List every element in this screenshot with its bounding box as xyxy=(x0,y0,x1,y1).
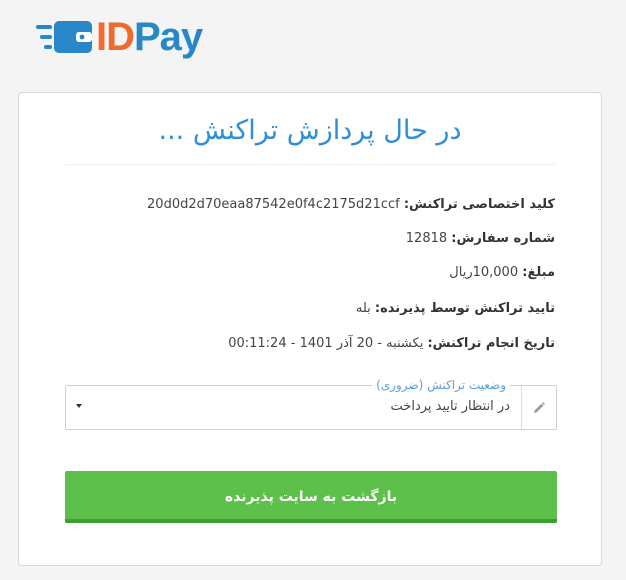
title-divider xyxy=(65,164,555,165)
private-key-value: 20d0d2d70eaa87542e0f4c2175d21ccf xyxy=(147,197,400,212)
private-key-label: کلید اختصاصی تراکنش: xyxy=(403,197,555,212)
order-number-label: شماره سفارش: xyxy=(451,231,555,246)
transaction-date-value: یکشنبه - 20 آذر 1401 - 00:11:24 xyxy=(228,336,424,351)
amount-row: مبلغ: 10,000ریال xyxy=(65,263,555,283)
transaction-date-label: تاریخ انجام تراکنش: xyxy=(427,336,555,351)
merchant-confirm-row: تایید تراکنش توسط پذیرنده: بله xyxy=(65,299,555,319)
merchant-confirm-value: بله xyxy=(355,301,371,316)
order-number-value: 12818 xyxy=(405,231,448,246)
back-to-merchant-button[interactable]: بازگشت به سایت پذیرنده xyxy=(65,471,557,523)
page-title: در حال پردازش تراکنش ... xyxy=(158,115,462,146)
amount-label: مبلغ: xyxy=(522,265,555,280)
merchant-confirm-label: تایید تراکنش توسط پذیرنده: xyxy=(374,301,555,316)
order-number-row: شماره سفارش: 12818 xyxy=(65,229,555,249)
pencil-icon xyxy=(521,386,556,429)
amount-value: 10,000 xyxy=(472,265,519,280)
logo-pay-text: Pay xyxy=(134,15,203,59)
payment-card: در حال پردازش تراکنش ... کلید اختصاصی تر… xyxy=(18,92,602,566)
transaction-status-legend: وضعیت تراکنش (ضروری) xyxy=(372,377,510,393)
chevron-down-icon[interactable] xyxy=(76,404,82,408)
logo-text: IDPay xyxy=(96,14,203,60)
transaction-date-row: تاریخ انجام تراکنش: یکشنبه - 20 آذر 1401… xyxy=(65,334,555,354)
transaction-status-value: در انتظار تایید پرداخت xyxy=(390,399,510,414)
wallet-icon xyxy=(36,21,92,53)
amount-unit: ریال xyxy=(449,265,473,280)
transaction-status-select[interactable]: وضعیت تراکنش (ضروری) در انتظار تایید پرد… xyxy=(65,377,557,430)
idpay-logo: IDPay xyxy=(36,14,203,60)
logo-id-text: ID xyxy=(96,15,135,59)
private-key-row: کلید اختصاصی تراکنش: 20d0d2d70eaa87542e0… xyxy=(65,195,555,215)
